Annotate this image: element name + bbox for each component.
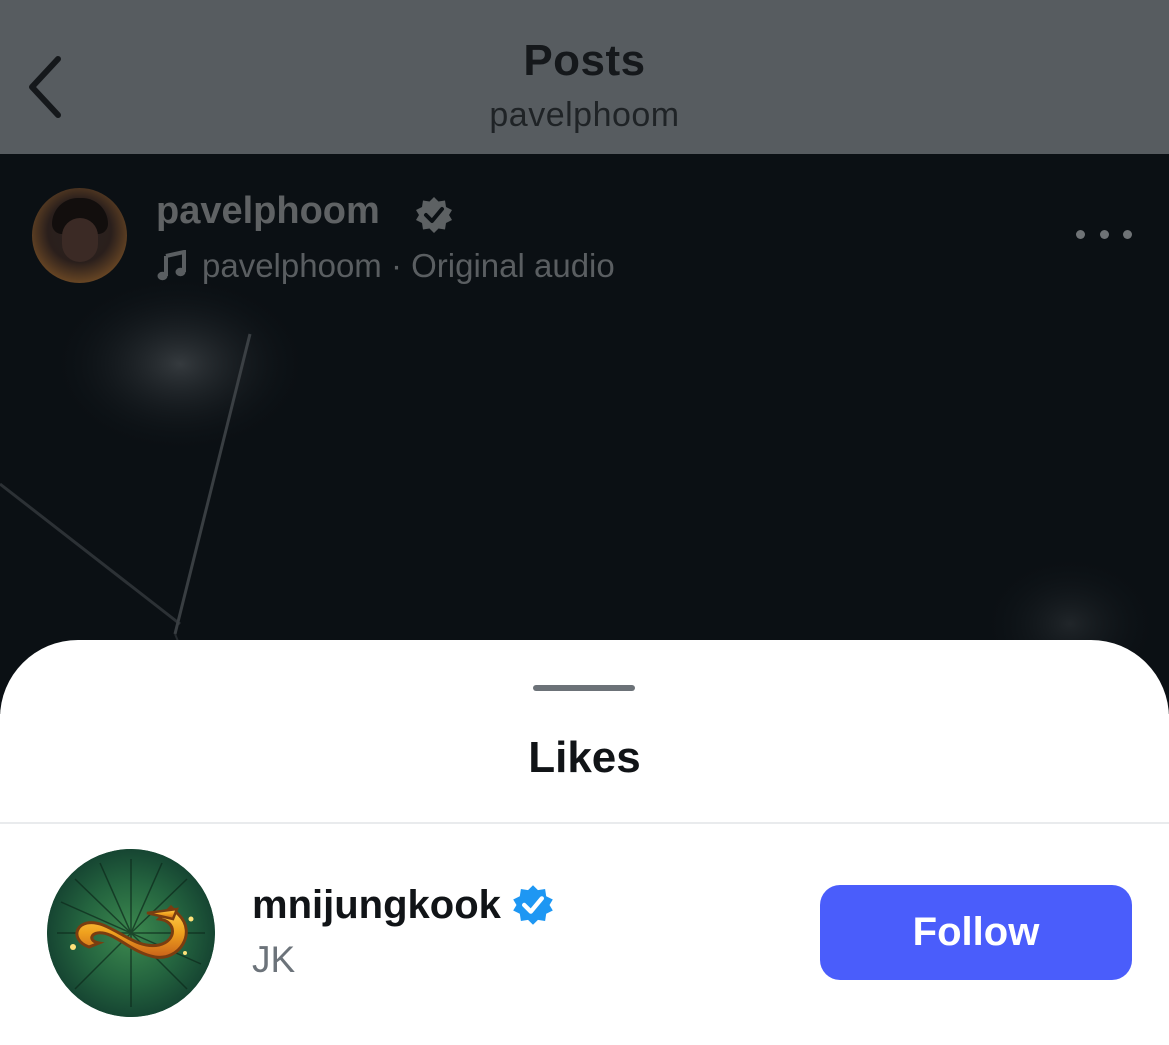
more-options-button[interactable] — [1076, 224, 1132, 244]
divider — [0, 822, 1169, 824]
top-navigation-bar: Posts pavelphoom — [0, 0, 1169, 154]
liker-username[interactable]: mnijungkook — [252, 883, 501, 928]
page-subtitle: pavelphoom — [489, 96, 680, 134]
avatar[interactable] — [47, 849, 215, 1017]
list-item[interactable]: mnijungkook JK Follow — [0, 836, 1169, 1026]
sheet-title: Likes — [528, 733, 641, 782]
avatar-logo-image — [47, 849, 215, 1017]
more-horizontal-icon — [1076, 229, 1085, 239]
verified-badge-icon — [513, 885, 553, 925]
page-title: Posts — [523, 36, 646, 85]
music-note-icon — [157, 250, 186, 281]
post-media — [0, 154, 1169, 714]
post-container: pavelphoom pavelphoom · Original audio — [0, 154, 1169, 714]
likes-bottom-sheet: Likes mnijungkook JK Follow — [0, 640, 1169, 1045]
username-line: mnijungkook — [252, 880, 555, 930]
verified-badge-icon — [416, 197, 452, 233]
likes-screen: Posts pavelphoom pavelphoom pavelphoom ·… — [0, 0, 1169, 1045]
liker-full-name: JK — [252, 939, 296, 980]
post-audio-info[interactable]: pavelphoom · Original audio — [156, 244, 615, 288]
post-author-avatar[interactable] — [32, 188, 127, 283]
post-author-username[interactable]: pavelphoom — [156, 190, 380, 233]
sheet-drag-handle[interactable] — [533, 685, 635, 691]
follow-button[interactable]: Follow — [820, 885, 1132, 980]
post-audio-text: pavelphoom · Original audio — [202, 247, 615, 284]
